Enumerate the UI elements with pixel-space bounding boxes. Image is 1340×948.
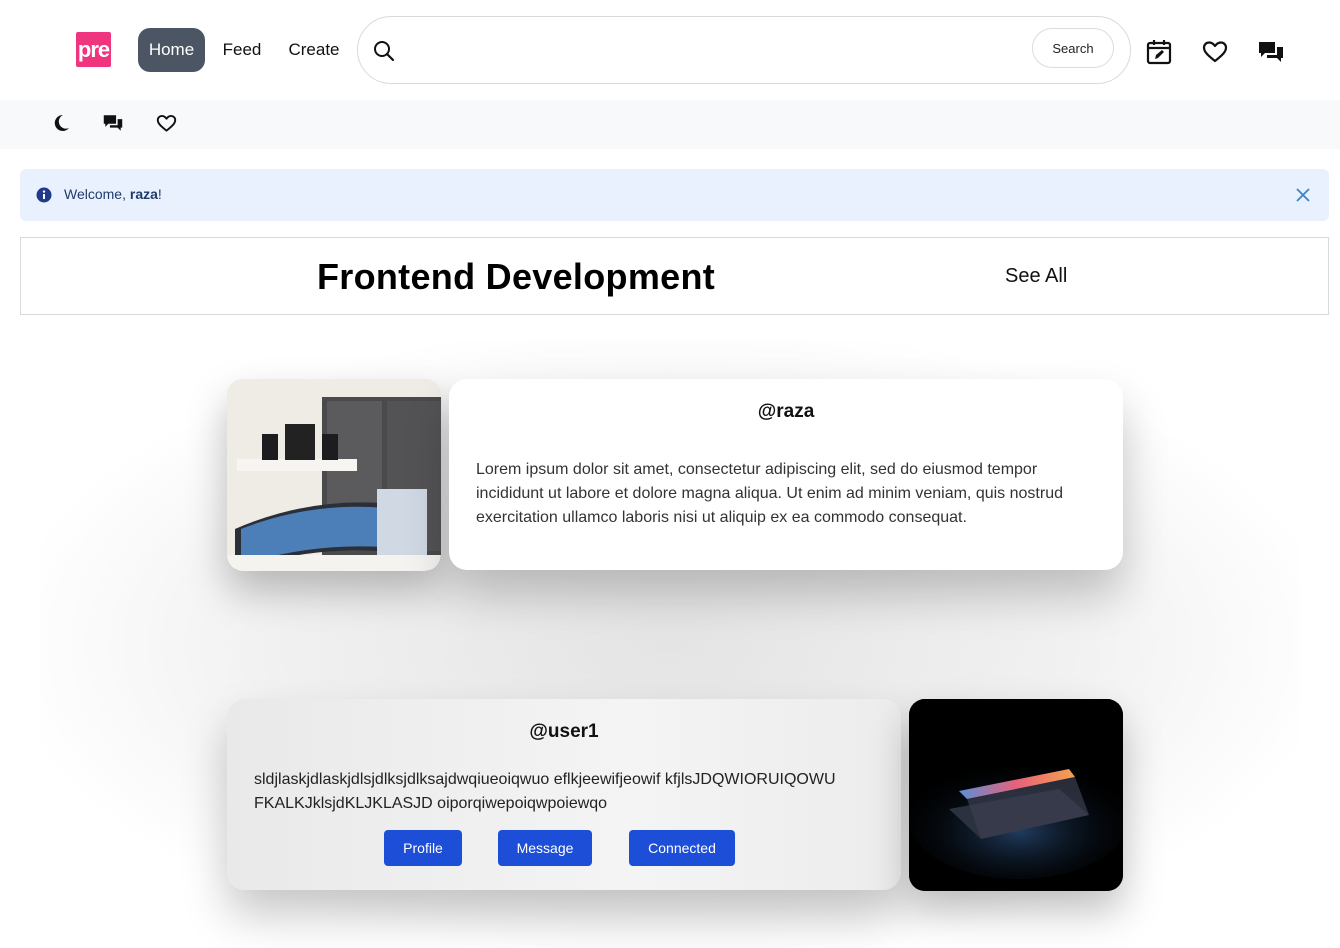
section-header: Frontend Development See All xyxy=(20,237,1329,315)
post-text: Lorem ipsum dolor sit amet, consectetur … xyxy=(476,461,1063,526)
nav-create[interactable]: Create xyxy=(279,28,349,72)
top-navbar: pre Home Feed Create Search xyxy=(0,0,1340,100)
search-input[interactable] xyxy=(408,35,1028,67)
chat-icon[interactable] xyxy=(102,112,124,134)
post-username[interactable]: @raza xyxy=(449,401,1123,423)
search-button[interactable]: Search xyxy=(1032,28,1114,68)
heart-icon[interactable] xyxy=(155,112,177,134)
post-username[interactable]: @user1 xyxy=(227,721,901,743)
secondary-toolbar xyxy=(0,100,1340,149)
info-icon xyxy=(36,187,52,203)
heart-icon[interactable] xyxy=(1201,38,1229,66)
brand-logo[interactable]: pre xyxy=(76,32,111,67)
close-icon[interactable] xyxy=(1295,187,1311,203)
search-icon xyxy=(372,39,396,63)
profile-button[interactable]: Profile xyxy=(384,830,462,866)
section-title: Frontend Development xyxy=(317,256,716,297)
alert-username: raza xyxy=(129,186,158,202)
post-image-desk-setup xyxy=(227,379,441,571)
search-bar: Search xyxy=(357,16,1131,84)
welcome-alert: Welcome, raza! xyxy=(20,169,1329,221)
nav-feed[interactable]: Feed xyxy=(215,28,269,72)
alert-message: Welcome, raza! xyxy=(64,186,162,202)
post-card: @raza Lorem ipsum dolor sit amet, consec… xyxy=(449,379,1123,570)
chat-icon[interactable] xyxy=(1257,38,1285,66)
nav-home[interactable]: Home xyxy=(138,28,205,72)
message-button[interactable]: Message xyxy=(498,830,592,866)
connected-button[interactable]: Connected xyxy=(629,830,735,866)
calendar-edit-icon[interactable] xyxy=(1145,38,1173,66)
post-text: sldjlaskjdlaskjdlsjdlksjdlksajdwqiueoiqw… xyxy=(254,771,836,812)
post-image-laptop xyxy=(909,699,1123,891)
see-all-link[interactable]: See All xyxy=(1005,265,1067,288)
post-card: @user1 sldjlaskjdlaskjdlsjdlksjdlksajdwq… xyxy=(227,699,901,890)
moon-icon[interactable] xyxy=(50,112,72,134)
